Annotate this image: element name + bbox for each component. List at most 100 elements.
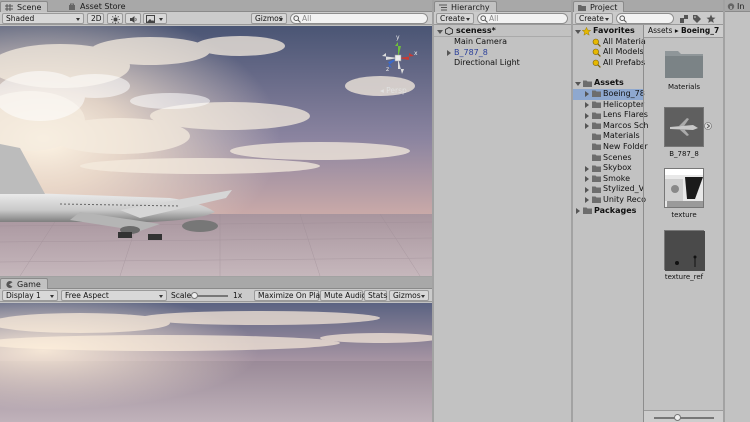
scene-gizmos-dropdown[interactable]: Gizmos: [251, 13, 287, 24]
asset-folder-row[interactable]: Unity Reco: [573, 195, 646, 206]
packages-fold-arrow[interactable]: [576, 208, 580, 214]
asset-folder-row[interactable]: Marcos Sch: [573, 121, 648, 132]
toggle-2d-button[interactable]: 2D: [87, 13, 104, 24]
speaker-icon: [130, 15, 137, 23]
folder-fold-arrow[interactable]: [585, 176, 589, 183]
project-bottom-bar: [644, 410, 723, 422]
folder-fold-arrow[interactable]: [585, 123, 589, 130]
game-toolbar: Display 1 Free Aspect Scale 1x Maximize …: [0, 289, 432, 302]
display-label: Display 1: [6, 291, 41, 300]
asset-folder-row[interactable]: Skybox: [573, 163, 643, 174]
shading-mode-dropdown[interactable]: Shaded: [2, 13, 84, 24]
asset-folder-row[interactable]: Smoke: [573, 174, 643, 185]
folder-fold-arrow[interactable]: [585, 102, 589, 109]
hierarchy-item-directional-light[interactable]: Directional Light: [434, 58, 571, 69]
project-tabbar: Project: [573, 0, 723, 12]
project-search-input[interactable]: [616, 13, 674, 24]
mute-audio-label: Mute Audio: [324, 291, 367, 300]
effects-dropdown[interactable]: [143, 13, 167, 24]
favorites-row[interactable]: Favorites: [573, 26, 643, 37]
axis-z-label: z: [386, 66, 390, 73]
hierarchy-create-dropdown[interactable]: Create: [436, 13, 474, 24]
folder-fold-arrow[interactable]: [585, 112, 589, 119]
display-dropdown[interactable]: Display 1: [2, 290, 58, 301]
asset-folder-row[interactable]: New Folder: [573, 142, 648, 153]
folder-fold-arrow[interactable]: [585, 165, 589, 172]
scene-viewport[interactable]: y x z ◂ Persp: [0, 26, 432, 276]
folder-fold-arrow[interactable]: [585, 186, 589, 193]
asset-folder-row[interactable]: Materials: [573, 131, 643, 142]
game-sky-render: [0, 303, 432, 422]
scene-search-input[interactable]: All: [290, 13, 428, 24]
scene-toolbar: Shaded 2D Gizmos All: [0, 12, 432, 25]
filter-by-label-icon[interactable]: [692, 14, 702, 24]
asset-folder-label: Marcos Sch: [603, 120, 649, 130]
tab-inspector-label: In: [737, 2, 745, 11]
asset-item-texture[interactable]: texture: [660, 168, 708, 219]
tab-scene-label: Scene: [17, 3, 42, 12]
asset-folder-row[interactable]: Boeing_78: [573, 88, 645, 100]
favorite-item[interactable]: All Models: [573, 47, 644, 58]
tab-hierarchy[interactable]: Hierarchy: [434, 1, 497, 12]
asset-item-label: Materials: [667, 83, 701, 91]
packages-row[interactable]: Packages: [573, 206, 643, 217]
tab-asset-store[interactable]: Asset Store: [64, 1, 132, 12]
asset-folder-row[interactable]: Stylized_V: [573, 184, 644, 195]
scene-sky-render: [0, 26, 432, 276]
folder-fold-arrow[interactable]: [585, 91, 589, 98]
scene-fold-arrow[interactable]: [437, 29, 443, 34]
projection-label[interactable]: ◂ Persp: [380, 86, 407, 95]
expand-prefab-icon[interactable]: [704, 122, 712, 130]
thumbnail-size-slider-thumb[interactable]: [674, 414, 681, 421]
asset-item-b787-model[interactable]: B_787_8: [660, 107, 712, 158]
stats-button[interactable]: Stats: [364, 290, 387, 301]
thumbnail-size-slider[interactable]: [654, 414, 714, 421]
favorite-label: All Materia: [603, 36, 646, 46]
mute-audio-button[interactable]: Mute Audio: [320, 290, 367, 301]
assets-fold-arrow[interactable]: [575, 81, 581, 86]
maximize-on-play-button[interactable]: Maximize On Play: [254, 290, 325, 301]
filter-by-type-icon[interactable]: [679, 14, 689, 24]
tab-inspector[interactable]: In: [725, 1, 750, 12]
favorite-item[interactable]: All Prefabs: [573, 57, 646, 69]
hierarchy-create-label: Create: [440, 14, 465, 23]
folder-fold-arrow[interactable]: [585, 197, 589, 204]
asset-folder-row[interactable]: Lens Flares: [573, 110, 648, 121]
projection-text: Persp: [386, 86, 407, 95]
b787-fold-arrow[interactable]: [447, 50, 451, 57]
asset-item-materials-folder[interactable]: Materials: [660, 47, 708, 91]
lighting-toggle-button[interactable]: [107, 13, 123, 24]
orientation-gizmo[interactable]: y x z: [378, 34, 420, 80]
favorite-label: All Prefabs: [603, 57, 646, 67]
audio-toggle-button[interactable]: [125, 13, 141, 24]
tab-scene[interactable]: Scene: [0, 1, 49, 12]
scale-slider[interactable]: [191, 292, 228, 299]
asset-item-texture-ref[interactable]: texture_ref: [660, 230, 708, 281]
favorite-item[interactable]: All Materia: [573, 36, 646, 48]
assets-row[interactable]: Assets: [573, 78, 643, 89]
asset-folder-row[interactable]: Helicopter: [573, 100, 644, 111]
favorites-fold-arrow[interactable]: [575, 29, 581, 34]
search-icon: [480, 15, 488, 23]
image-effects-icon: [146, 15, 155, 23]
project-split-divider[interactable]: [643, 25, 644, 422]
game-gizmos-dropdown[interactable]: Gizmos: [389, 290, 429, 301]
hierarchy-search-input[interactable]: All: [477, 13, 568, 24]
favorite-star-icon[interactable]: [706, 14, 716, 24]
tab-project[interactable]: Project: [573, 1, 625, 12]
aspect-dropdown[interactable]: Free Aspect: [61, 290, 167, 301]
tab-game[interactable]: Game: [0, 278, 48, 289]
folder-icon: [592, 175, 601, 183]
hierarchy-item-b787[interactable]: B_787_8: [434, 48, 571, 59]
hierarchy-item-main-camera[interactable]: Main Camera: [434, 37, 571, 48]
toggle-2d-label: 2D: [91, 14, 102, 23]
game-viewport[interactable]: [0, 303, 432, 422]
scale-slider-thumb[interactable]: [191, 292, 198, 299]
breadcrumb-assets[interactable]: Assets: [648, 26, 672, 35]
breadcrumb-current[interactable]: Boeing_7: [681, 26, 719, 35]
packages-label: Packages: [594, 205, 637, 215]
asset-folder-row[interactable]: Scenes: [573, 153, 643, 164]
project-create-dropdown[interactable]: Create: [575, 13, 613, 24]
project-create-label: Create: [579, 14, 604, 23]
scene-root-row[interactable]: sceness*: [434, 26, 571, 37]
